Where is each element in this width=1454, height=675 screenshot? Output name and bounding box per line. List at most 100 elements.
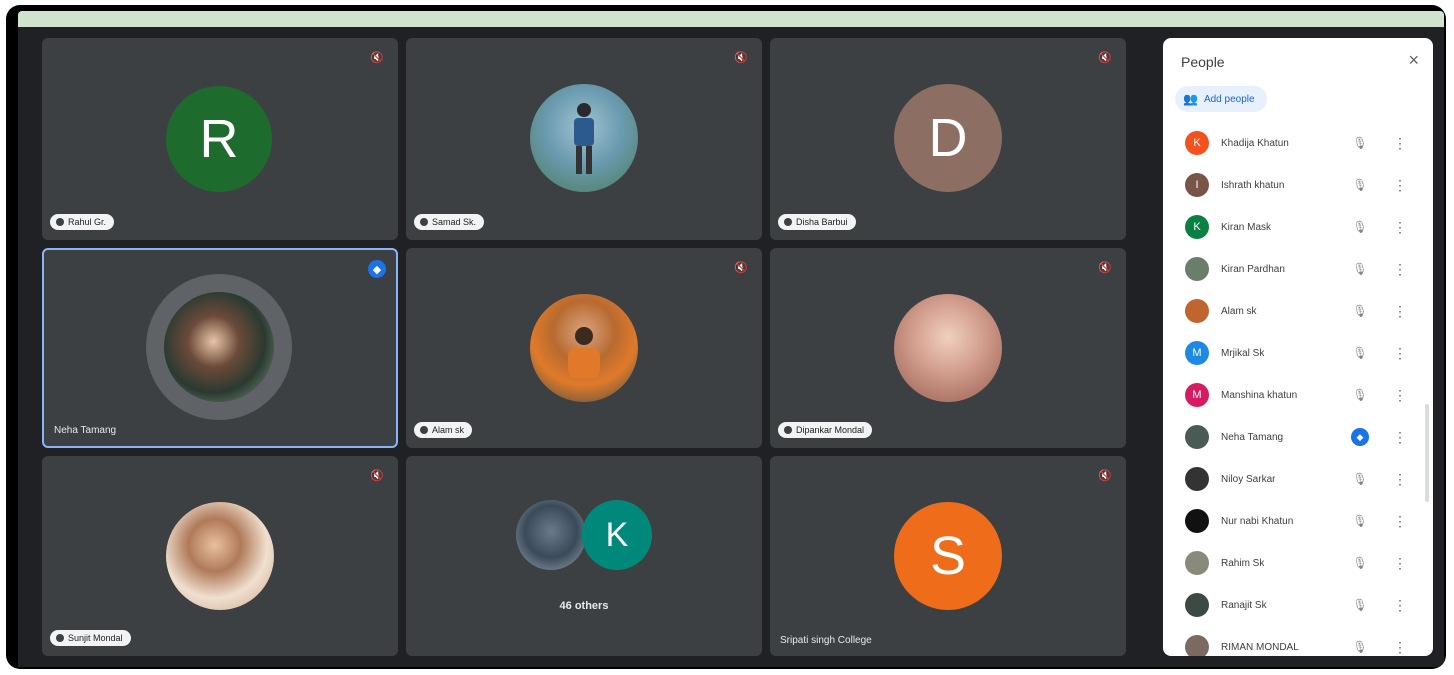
participant-row[interactable]: I Ishrath khatun 🎙 ⋮	[1163, 164, 1425, 206]
participant-name: Neha Tamang	[1221, 431, 1284, 443]
participant-name: Kiran Mask	[1221, 221, 1272, 233]
mic-muted-icon[interactable]: 🎙	[1351, 386, 1369, 404]
participant-row[interactable]: Alam sk 🎙 ⋮	[1163, 290, 1425, 332]
participant-row[interactable]: Nur nabi Khatun 🎙 ⋮	[1163, 500, 1425, 542]
participant-tile-sripati[interactable]: S 🔇 Sripati singh College	[770, 456, 1126, 656]
more-options-icon[interactable]: ⋮	[1393, 387, 1407, 404]
mic-muted-icon[interactable]: 🎙	[1351, 218, 1369, 236]
mic-muted-icon[interactable]: 🎙	[1351, 470, 1369, 488]
participant-tile-samad[interactable]: 🔇 Samad Sk.	[406, 38, 762, 240]
pin-icon	[420, 426, 428, 434]
participant-avatar	[1185, 425, 1209, 449]
participant-name: Khadija Khatun	[1221, 137, 1289, 149]
more-options-icon[interactable]: ⋮	[1393, 597, 1407, 614]
avatar-photo	[894, 294, 1002, 402]
participant-tile-neha-active-speaker[interactable]: ◆ Neha Tamang	[42, 248, 398, 448]
participant-avatar	[1185, 509, 1209, 533]
participant-name: Niloy Sarkar	[1221, 473, 1276, 485]
participant-tile-alam[interactable]: 🔇 Alam sk	[406, 248, 762, 448]
people-panel: People × 👥 Add people K Khadija Khatun 🎙 ⋮ I…	[1163, 38, 1433, 656]
participant-name: Nur nabi Khatun	[1221, 515, 1294, 527]
avatar-letter: S	[894, 502, 1002, 610]
participant-row[interactable]: Kiran Pardhan 🎙 ⋮	[1163, 248, 1425, 290]
more-options-icon[interactable]: ⋮	[1393, 513, 1407, 530]
mic-muted-icon[interactable]: 🎙	[1351, 638, 1369, 656]
participant-row[interactable]: Ranajit Sk 🎙 ⋮	[1163, 584, 1425, 626]
add-person-icon: 👥	[1183, 92, 1198, 106]
more-options-icon[interactable]: ⋮	[1393, 177, 1407, 194]
participant-avatar: K	[1185, 131, 1209, 155]
mic-muted-icon[interactable]: 🎙	[1351, 176, 1369, 194]
person-silhouette-icon	[574, 103, 594, 174]
participant-avatar	[1185, 257, 1209, 281]
participant-row[interactable]: K Kiran Mask 🎙 ⋮	[1163, 206, 1425, 248]
more-options-icon[interactable]: ⋮	[1393, 261, 1407, 278]
mic-muted-icon[interactable]: 🎙	[1351, 260, 1369, 278]
participant-avatar	[1185, 467, 1209, 491]
participant-avatar: K	[1185, 215, 1209, 239]
mic-muted-icon: 🔇	[1098, 51, 1112, 64]
participant-name-chip: Rahul Gr.	[50, 214, 115, 230]
avatar-letter: R	[166, 86, 272, 192]
browser-tab-strip	[18, 11, 1444, 27]
mic-muted-icon: 🔇	[1098, 469, 1112, 482]
more-options-icon[interactable]: ⋮	[1393, 303, 1407, 320]
scrollbar[interactable]	[1425, 404, 1429, 502]
participant-row[interactable]: M Manshina khatun 🎙 ⋮	[1163, 374, 1425, 416]
participant-row[interactable]: Rahim Sk 🎙 ⋮	[1163, 542, 1425, 584]
mic-muted-icon[interactable]: 🎙	[1351, 344, 1369, 362]
participant-tile-disha[interactable]: D 🔇 Disha Barbui	[770, 38, 1126, 240]
more-options-icon[interactable]: ⋮	[1393, 555, 1407, 572]
participant-avatar: I	[1185, 173, 1209, 197]
pin-icon	[784, 426, 792, 434]
participant-name: RIMAN MONDAL	[1221, 641, 1299, 653]
person-silhouette-icon	[568, 327, 600, 378]
more-options-icon[interactable]: ⋮	[1393, 429, 1407, 446]
mic-muted-icon[interactable]: 🎙	[1351, 512, 1369, 530]
avatar-photo	[530, 84, 638, 192]
participant-list: K Khadija Khatun 🎙 ⋮ I Ishrath khatun 🎙 ⋮ K Kiran…	[1163, 122, 1425, 656]
speaking-indicator-icon[interactable]: ◆	[1351, 428, 1369, 446]
participant-name: Sunjit Mondal	[68, 633, 123, 643]
mic-muted-icon[interactable]: 🎙	[1351, 554, 1369, 572]
more-options-icon[interactable]: ⋮	[1393, 135, 1407, 152]
participant-name-chip: Samad Sk.	[414, 214, 485, 230]
participant-avatar: M	[1185, 341, 1209, 365]
more-options-icon[interactable]: ⋮	[1393, 639, 1407, 656]
mic-muted-icon[interactable]: 🎙	[1351, 134, 1369, 152]
participant-name-chip: Sunjit Mondal	[50, 630, 131, 646]
participant-avatar	[1185, 299, 1209, 323]
add-people-button[interactable]: 👥 Add people	[1175, 86, 1267, 112]
participant-tile-sunjit[interactable]: 🔇 Sunjit Mondal	[42, 456, 398, 656]
close-icon[interactable]: ×	[1408, 50, 1419, 71]
speaking-indicator-icon: ◆	[368, 260, 386, 278]
pin-icon	[56, 218, 64, 226]
pin-icon	[784, 218, 792, 226]
participant-row[interactable]: M Mrjikal Sk 🎙 ⋮	[1163, 332, 1425, 374]
mic-muted-icon[interactable]: 🎙	[1351, 596, 1369, 614]
participant-row[interactable]: K Khadija Khatun 🎙 ⋮	[1163, 122, 1425, 164]
participant-name: Alam sk	[432, 425, 465, 435]
participant-tile-rahul[interactable]: R 🔇 Rahul Gr.	[42, 38, 398, 240]
participant-name: Kiran Pardhan	[1221, 263, 1285, 275]
mic-muted-icon: 🔇	[370, 469, 384, 482]
participant-avatar	[1185, 551, 1209, 575]
participant-row[interactable]: Niloy Sarkar 🎙 ⋮	[1163, 458, 1425, 500]
avatar-photo	[166, 502, 274, 610]
more-options-icon[interactable]: ⋮	[1393, 219, 1407, 236]
mic-muted-icon[interactable]: 🎙	[1351, 302, 1369, 320]
pin-icon	[56, 634, 64, 642]
participant-name: Rahul Gr.	[68, 217, 107, 227]
mic-muted-icon: 🔇	[734, 261, 748, 274]
participant-tile-others[interactable]: K 46 others	[406, 456, 762, 656]
participant-row[interactable]: Neha Tamang ◆ ⋮	[1163, 416, 1425, 458]
participant-tile-dipankar[interactable]: 🔇 Dipankar Mondal	[770, 248, 1126, 448]
participant-name: Dipankar Mondal	[796, 425, 865, 435]
mic-muted-icon: 🔇	[1098, 261, 1112, 274]
avatar-photo-small	[516, 500, 586, 570]
more-options-icon[interactable]: ⋮	[1393, 471, 1407, 488]
participant-name: Disha Barbui	[796, 217, 848, 227]
more-options-icon[interactable]: ⋮	[1393, 345, 1407, 362]
participant-row[interactable]: RIMAN MONDAL 🎙 ⋮	[1163, 626, 1425, 656]
participant-avatar: M	[1185, 383, 1209, 407]
